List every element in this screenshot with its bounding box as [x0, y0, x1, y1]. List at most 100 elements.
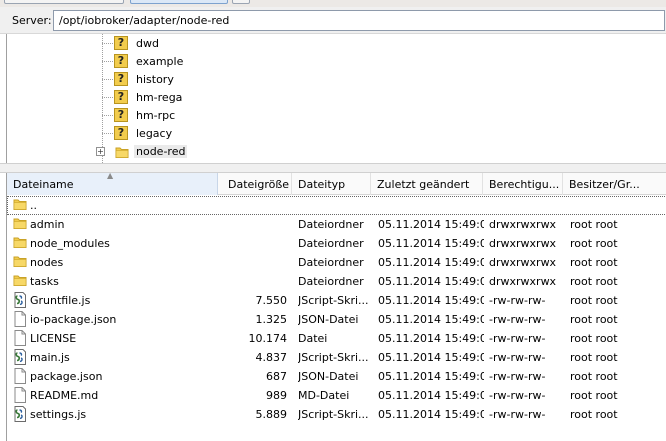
file-permissions: -rw-rw-rw- [489, 370, 546, 383]
file-row[interactable]: README.md 989 MD-Datei 05.11.2014 15:49:00-… [7, 386, 666, 405]
file-row[interactable]: package.json 687 JSON-Datei 05.11.2014 15:4… [7, 367, 666, 386]
sort-ascending-icon: ▲ [107, 173, 114, 180]
tree-connector [102, 97, 113, 98]
tree-item[interactable]: ? hm-rega [96, 89, 296, 107]
file-icon [13, 387, 27, 403]
tree-item-label: history [136, 73, 174, 86]
file-icon [13, 311, 27, 327]
toolbar-button[interactable] [4, 0, 124, 4]
tree-connector [102, 43, 113, 44]
column-header-type[interactable]: Dateityp [292, 173, 371, 195]
column-label-size: Dateigröße [228, 178, 290, 191]
column-header-permissions[interactable]: Berechtigu... [483, 173, 563, 195]
file-owner: root root [570, 351, 618, 364]
file-row[interactable]: LICENSE 10.174 Datei 05.11.2014 15:49:00 -rw… [7, 329, 666, 348]
server-path-bar: Server: /opt/iobroker/adapter/node-red [0, 7, 666, 34]
file-size: 989 [266, 389, 287, 402]
file-row[interactable]: io-package.json 1.325 JSON-Datei 05.11.2014… [7, 310, 666, 329]
folder-tree: ? dwd? example? history? hm-rega? hm-rpc? lega… [6, 34, 666, 163]
file-row[interactable]: settings.js 5.889 JScript-Skri... 05.11.201… [7, 405, 666, 424]
file-permissions: drwxrwxrwx [489, 237, 557, 250]
column-label-modified: Zuletzt geändert [377, 178, 470, 191]
file-name: io-package.json [30, 313, 117, 326]
file-name: README.md [30, 389, 99, 402]
file-modified: 05.11.2014 15:49:00 [378, 351, 484, 364]
file-icon [13, 368, 27, 384]
tree-item[interactable]: ? history [96, 71, 296, 89]
file-row[interactable]: main.js 4.837 JScript-Skri... 05.11.2014 15… [7, 348, 666, 367]
file-size: 7.550 [255, 294, 288, 307]
file-modified: 05.11.2014 15:49:00 [378, 389, 484, 402]
file-name: admin [30, 218, 65, 231]
tree-item[interactable]: ? dwd [96, 35, 296, 53]
toolbar-button-active[interactable] [130, 0, 228, 4]
tree-item[interactable]: + node-red [96, 143, 296, 161]
file-type: MD-Datei [298, 389, 350, 402]
file-type: Dateiordner [298, 256, 364, 269]
file-owner: root root [570, 218, 618, 231]
file-modified: 05.11.2014 15:49:00 [378, 237, 484, 250]
server-label: Server: [12, 14, 52, 27]
file-permissions: -rw-rw-rw- [489, 408, 546, 421]
script-file-icon [13, 406, 27, 422]
file-row[interactable]: nodes Dateiordner 05.11.2014 15:49:00 drwxr… [7, 253, 666, 272]
file-size: 5.889 [255, 408, 288, 421]
column-header-filename[interactable]: ▲ Dateiname [7, 173, 218, 195]
file-name: main.js [30, 351, 70, 364]
file-owner: root root [570, 332, 618, 345]
script-file-icon [13, 349, 27, 365]
file-size: 4.837 [255, 351, 288, 364]
file-size: 10.174 [248, 332, 288, 345]
file-name: Gruntfile.js [30, 294, 91, 307]
file-owner: root root [570, 408, 618, 421]
file-modified: 05.11.2014 15:49:00 [378, 275, 484, 288]
file-permissions: -rw-rw-rw- [489, 313, 546, 326]
file-permissions: drwxrwxrwx [489, 275, 557, 288]
file-name: .. [30, 199, 37, 212]
tree-item[interactable]: ? legacy [96, 125, 296, 143]
file-type: JScript-Skri... [298, 408, 369, 421]
column-label-type: Dateityp [298, 178, 346, 191]
file-type: Dateiordner [298, 237, 364, 250]
pane-splitter[interactable] [0, 163, 666, 173]
unknown-folder-icon: ? [114, 108, 128, 122]
tree-item[interactable]: ? example [96, 53, 296, 71]
file-permissions: -rw-rw-rw- [489, 389, 546, 402]
file-type: JSON-Datei [298, 370, 359, 383]
tree-connector [102, 133, 113, 134]
column-label-permissions: Berechtigu... [489, 178, 560, 191]
file-row[interactable]: .. [7, 196, 666, 215]
column-label-filename: Dateiname [13, 178, 74, 191]
file-modified: 05.11.2014 15:49:00 [378, 332, 484, 345]
file-owner: root root [570, 370, 618, 383]
file-size: 687 [266, 370, 287, 383]
server-path-input[interactable]: /opt/iobroker/adapter/node-red [53, 10, 665, 31]
file-row[interactable]: tasks Dateiordner 05.11.2014 15:49:00 drwxr… [7, 272, 666, 291]
toolbar-button[interactable] [232, 0, 250, 4]
script-file-icon [13, 292, 27, 308]
file-name: LICENSE [30, 332, 77, 345]
file-type: Datei [298, 332, 328, 345]
expand-icon[interactable]: + [96, 147, 105, 156]
file-modified: 05.11.2014 15:49:00 [378, 313, 484, 326]
column-header-modified[interactable]: Zuletzt geändert [371, 173, 483, 195]
file-modified: 05.11.2014 15:49:00 [378, 370, 484, 383]
tree-item[interactable]: ? hm-rpc [96, 107, 296, 125]
file-row[interactable]: Gruntfile.js 7.550 JScript-Skri... 05.11.20… [7, 291, 666, 310]
tree-connector [102, 79, 113, 80]
folder-icon [13, 273, 27, 289]
column-header-size[interactable]: Dateigröße [218, 173, 292, 195]
file-row[interactable]: node_modules Dateiordner 05.11.2014 15:49:… [7, 234, 666, 253]
tree-item-label: example [136, 55, 184, 68]
tree-item-label: hm-rega [136, 91, 183, 104]
file-row[interactable]: admin Dateiordner 05.11.2014 15:49:00 drwxr… [7, 215, 666, 234]
folder-icon [13, 254, 27, 270]
file-owner: root root [570, 389, 618, 402]
column-header-owner[interactable]: Besitzer/Gr... [563, 173, 666, 195]
file-owner: root root [570, 313, 618, 326]
file-modified: 05.11.2014 15:49:00 [378, 294, 484, 307]
file-permissions: -rw-rw-rw- [489, 351, 546, 364]
file-list: ▲ Dateiname Dateigröße Dateityp Zuletzt … [6, 173, 666, 441]
file-type: Dateiordner [298, 275, 364, 288]
file-name: settings.js [30, 408, 87, 421]
